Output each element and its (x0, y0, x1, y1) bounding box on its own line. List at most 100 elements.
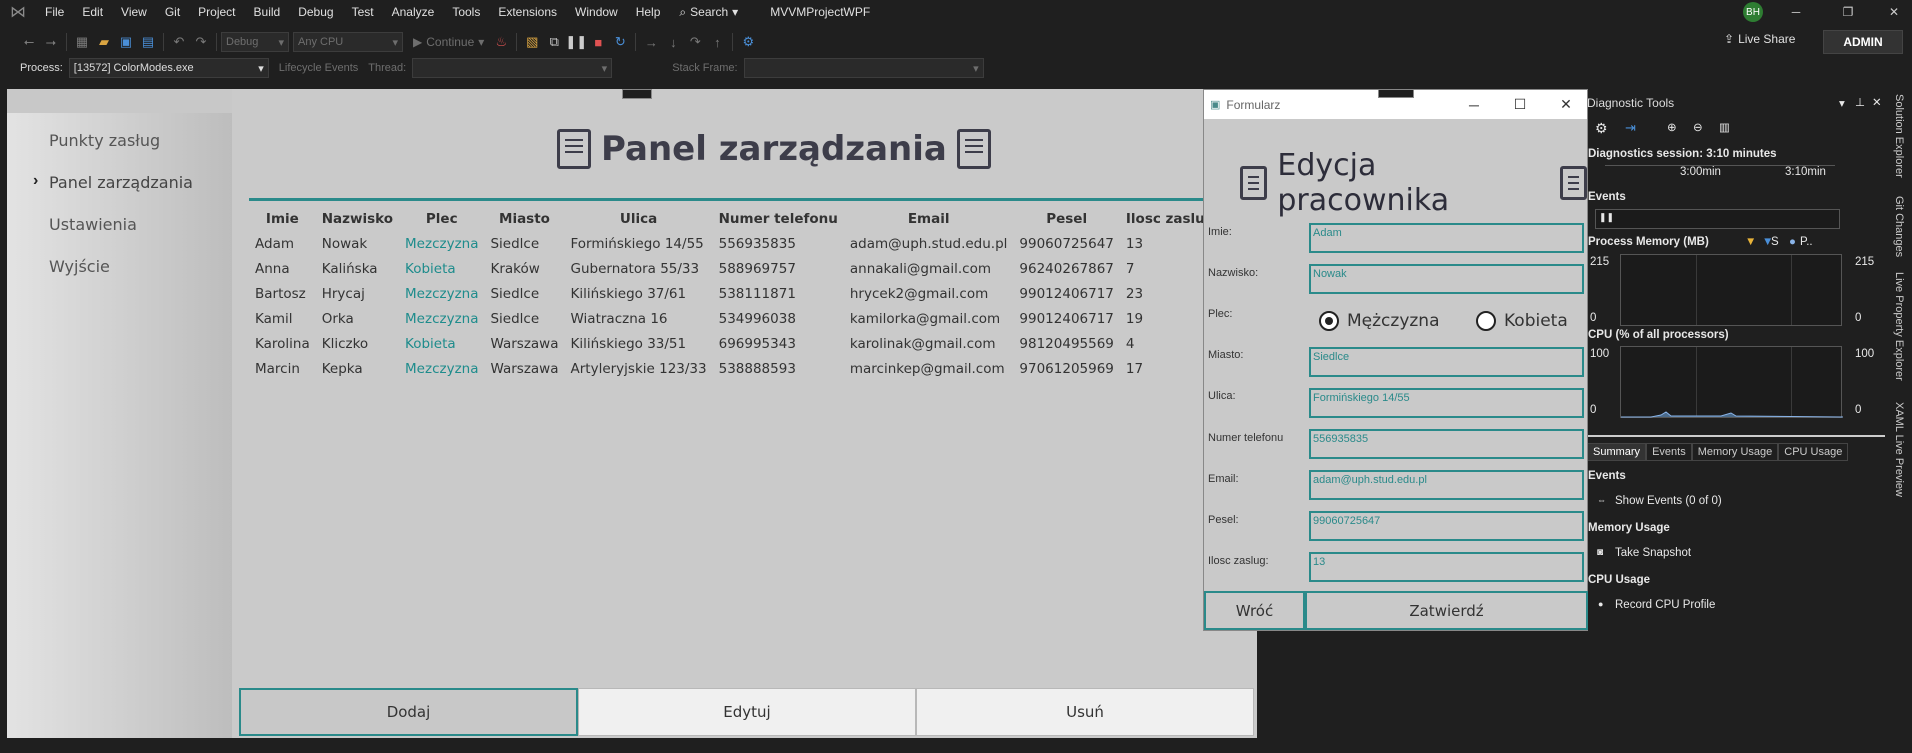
chevron-down-icon[interactable]: ▾ (1839, 96, 1845, 110)
record-cpu-profile-button[interactable]: Record CPU Profile (1615, 599, 1715, 611)
redo-icon[interactable]: ↷ (190, 32, 212, 52)
show-events-link[interactable]: Show Events (0 of 0) (1615, 495, 1722, 507)
menu-tools[interactable]: Tools (443, 0, 489, 24)
menu-window[interactable]: Window (566, 0, 627, 24)
table-row[interactable]: Bartosz Hrycaj Mezczyzna Siedlce Kilińskiego… (249, 281, 1220, 306)
restore-icon[interactable]: ❐ (1830, 0, 1866, 24)
sidebar-item-ustawienia[interactable]: Ustawienia (49, 215, 137, 234)
side-tab-git-changes[interactable]: Git Changes (1893, 196, 1905, 257)
menu-project[interactable]: Project (189, 0, 244, 24)
column-header[interactable]: Ulica (565, 207, 713, 231)
tab-cpu-usage[interactable]: CPU Usage (1778, 443, 1849, 461)
sidebar-item-punkty-zaslug[interactable]: Punkty zasług (49, 131, 160, 150)
miasto-field[interactable]: Siedlce (1309, 347, 1584, 377)
browser-link-icon[interactable]: ▧ (521, 32, 543, 52)
table-row[interactable]: Anna Kalińska Kobieta Kraków Gubernatora 55/… (249, 256, 1220, 281)
delete-button[interactable]: Usuń (916, 688, 1254, 736)
menu-file[interactable]: File (36, 0, 73, 24)
nazwisko-field[interactable]: Nowak (1309, 264, 1584, 294)
back-button[interactable]: Wróć (1204, 591, 1305, 630)
stack-frame-select[interactable]: ▾ (743, 58, 984, 78)
close-icon[interactable]: ✕ (1543, 90, 1589, 119)
side-tab-solution-explorer[interactable]: Solution Explorer (1893, 94, 1905, 178)
platform-select[interactable]: Any CPU ▾ (293, 32, 403, 52)
table-row[interactable]: Kamil Orka Mezczyzna Siedlce Wiatraczna 16 53… (249, 306, 1220, 331)
zaslugi-field[interactable]: 13 (1309, 552, 1584, 582)
submit-button[interactable]: Zatwierdź (1305, 591, 1588, 630)
column-header[interactable]: Plec (399, 207, 484, 231)
menu-build[interactable]: Build (245, 0, 290, 24)
take-snapshot-button[interactable]: Take Snapshot (1615, 547, 1691, 559)
pause-icon[interactable]: ❚❚ (565, 32, 587, 52)
lifecycle-events-button[interactable]: Lifecycle Events (279, 62, 358, 74)
sidebar-item-wyjscie[interactable]: Wyjście (49, 257, 110, 276)
process-select[interactable]: [13572] ColorModes.exe ▾ (68, 58, 269, 78)
diagnostics-icon[interactable]: ⚙ (737, 32, 759, 52)
side-tab-xaml-live-preview[interactable]: XAML Live Preview (1893, 402, 1905, 497)
column-header[interactable]: Nazwisko (316, 207, 399, 231)
column-header[interactable]: Numer telefonu (713, 207, 844, 231)
thread-select[interactable]: ▾ (412, 58, 613, 78)
drag-handle[interactable] (622, 89, 652, 99)
pesel-field[interactable]: 99060725647 (1309, 511, 1584, 541)
menu-analyze[interactable]: Analyze (383, 0, 444, 24)
close-icon[interactable]: ✕ (1872, 95, 1882, 109)
imie-field[interactable]: Adam (1309, 223, 1584, 253)
pin-icon[interactable]: ⊥ (1855, 95, 1865, 109)
tab-summary[interactable]: Summary (1587, 443, 1647, 461)
open-folder-icon[interactable]: ▰ (93, 32, 115, 52)
step-over-icon[interactable]: ↷ (684, 32, 706, 52)
timeline-ruler[interactable]: 3:00min 3:10min (1605, 165, 1835, 183)
hot-reload-icon[interactable]: ♨ (490, 32, 512, 52)
splitter[interactable] (1585, 435, 1885, 437)
table-row[interactable]: Adam Nowak Mezczyzna Siedlce Formińskiego 14… (249, 231, 1220, 256)
tab-events[interactable]: Events (1646, 443, 1692, 461)
live-share-button[interactable]: ⇪ Live Share (1724, 32, 1795, 46)
column-header[interactable]: Pesel (1013, 207, 1119, 231)
step-out-icon[interactable]: ↑ (706, 32, 728, 52)
sidebar-item-panel-zarzadzania[interactable]: Panel zarządzania (49, 173, 193, 192)
forward-icon[interactable]: ⭢ (40, 32, 62, 52)
menu-help[interactable]: Help (627, 0, 670, 24)
tab-memory-usage[interactable]: Memory Usage (1691, 443, 1779, 461)
configuration-select[interactable]: Debug ▾ (221, 32, 289, 52)
radio-male[interactable]: Mężczyzna (1319, 311, 1440, 331)
layout-icon[interactable]: ⧉ (543, 32, 565, 52)
save-all-icon[interactable]: ▤ (137, 32, 159, 52)
new-item-icon[interactable]: ▦ (71, 32, 93, 52)
edit-button[interactable]: Edytuj (578, 688, 916, 736)
cpu-graph[interactable] (1620, 346, 1843, 418)
avatar[interactable]: BH (1743, 2, 1763, 22)
menu-extensions[interactable]: Extensions (489, 0, 566, 24)
maximize-icon[interactable]: ☐ (1497, 90, 1543, 119)
step-into-icon[interactable]: ↓ (662, 32, 684, 52)
radio-female[interactable]: Kobieta (1476, 311, 1568, 331)
restart-icon[interactable]: ↻ (609, 32, 631, 52)
side-tab-live-property-explorer[interactable]: Live Property Explorer (1893, 272, 1905, 381)
zoom-out-icon[interactable]: ⊖ (1693, 120, 1703, 134)
ulica-field[interactable]: Formińskiego 14/55 (1309, 388, 1584, 418)
menu-debug[interactable]: Debug (289, 0, 342, 24)
close-icon[interactable]: ✕ (1876, 0, 1912, 24)
events-track[interactable]: ❚❚ (1595, 209, 1840, 229)
save-icon[interactable]: ▣ (115, 32, 137, 52)
menu-view[interactable]: View (112, 0, 156, 24)
add-button[interactable]: Dodaj (239, 688, 578, 736)
drag-handle[interactable] (1378, 89, 1414, 98)
minimize-icon[interactable]: ─ (1778, 0, 1814, 24)
undo-icon[interactable]: ↶ (168, 32, 190, 52)
telefon-field[interactable]: 556935835 (1309, 429, 1584, 459)
continue-button[interactable]: ▶ Continue ▾ (413, 35, 484, 49)
menu-git[interactable]: Git (156, 0, 189, 24)
export-icon[interactable]: ⇥ (1625, 120, 1636, 136)
admin-button[interactable]: ADMIN (1823, 30, 1903, 54)
search-button[interactable]: ⌕ Search ▾ (669, 5, 748, 20)
menu-edit[interactable]: Edit (73, 0, 112, 24)
memory-graph[interactable] (1620, 254, 1842, 326)
stop-icon[interactable]: ■ (587, 32, 609, 52)
column-header[interactable]: Email (844, 207, 1014, 231)
settings-icon[interactable]: ⚙ (1595, 120, 1608, 137)
email-field[interactable]: adam@uph.stud.edu.pl (1309, 470, 1584, 500)
menu-test[interactable]: Test (343, 0, 383, 24)
table-row[interactable]: Marcin Kepka Mezczyzna Warszawa Artyleryjski… (249, 356, 1220, 381)
